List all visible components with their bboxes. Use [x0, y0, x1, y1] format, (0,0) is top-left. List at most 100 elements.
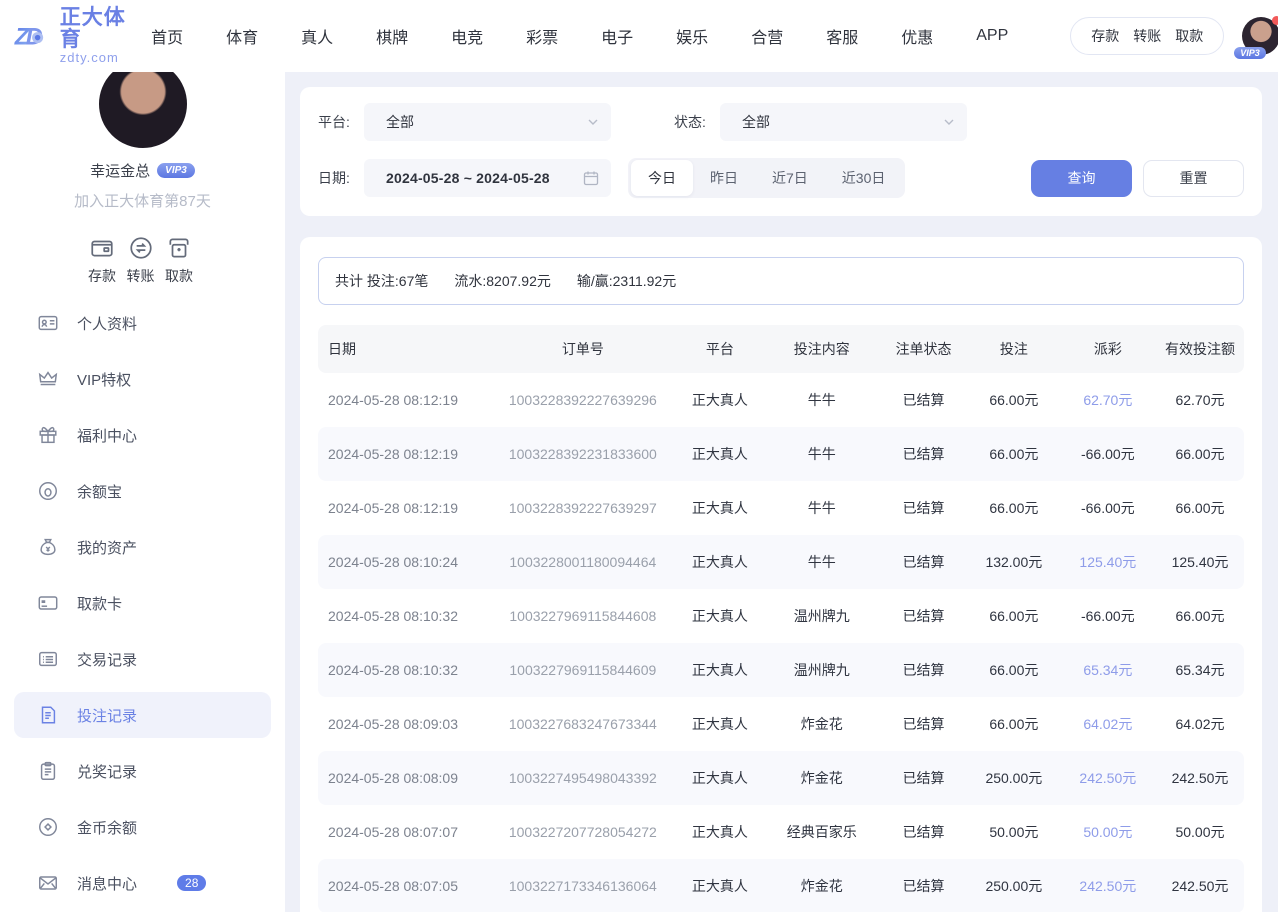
- cell-platform: 正大真人: [675, 643, 764, 697]
- cell-date: 2024-05-28 08:07:05: [318, 859, 490, 912]
- cell-bet-amount: 250.00元: [968, 751, 1060, 805]
- cell-date: 2024-05-28 08:12:19: [318, 481, 490, 535]
- cell-order-number: 1003227683247673344: [490, 697, 675, 751]
- nav-entertainment[interactable]: 娱乐: [676, 24, 708, 48]
- records-body: 2024-05-28 08:12:19 1003228392227639296 …: [318, 373, 1244, 912]
- clipboard-icon: [37, 760, 59, 782]
- table-header-row: 日期 订单号 平台 投注内容 注单状态 投注 派彩 有效投注额: [318, 325, 1244, 373]
- header-deposit-link[interactable]: 存款: [1091, 26, 1119, 46]
- date-filter-label: 日期:: [318, 168, 364, 188]
- cell-date: 2024-05-28 08:12:19: [318, 427, 490, 481]
- filter-panel: 平台: 全部 状态: 全部 日期: 2024-05-28 ~ 2024-05-2…: [300, 87, 1262, 216]
- cell-bet-amount: 66.00元: [968, 427, 1060, 481]
- cell-order-number: 1003227207728054272: [490, 805, 675, 859]
- nav-home[interactable]: 首页: [151, 24, 183, 48]
- search-button[interactable]: 查询: [1031, 160, 1132, 197]
- cell-valid-bet: 50.00元: [1156, 805, 1244, 859]
- cell-platform: 正大真人: [675, 535, 764, 589]
- table-row: 2024-05-28 08:10:32 1003227969115844608 …: [318, 589, 1244, 643]
- main-nav: 首页 体育 真人 棋牌 电竞 彩票 电子 娱乐 合营 客服 优惠 APP: [151, 24, 1008, 48]
- cell-bet-amount: 50.00元: [968, 805, 1060, 859]
- sidebar-item-transactions[interactable]: 交易记录: [14, 636, 271, 682]
- nav-sports[interactable]: 体育: [226, 24, 258, 48]
- money-bag-icon: [37, 536, 59, 558]
- brand-domain: zdty.com: [60, 51, 129, 65]
- reset-button[interactable]: 重置: [1143, 160, 1244, 197]
- chevron-down-icon: [587, 116, 599, 128]
- cell-bet-content: 炸金花: [764, 751, 879, 805]
- sidebar-item-messages[interactable]: 消息中心 28: [14, 860, 271, 906]
- nav-lottery[interactable]: 彩票: [526, 24, 558, 48]
- shortcut-today[interactable]: 今日: [631, 160, 693, 196]
- shortcut-7days[interactable]: 近7日: [755, 160, 825, 196]
- transfer-action[interactable]: 转账: [127, 235, 155, 286]
- cell-status: 已结算: [879, 373, 968, 427]
- message-count-badge: 28: [177, 875, 206, 891]
- nav-support[interactable]: 客服: [826, 24, 858, 48]
- cell-payout: 242.50元: [1060, 859, 1156, 912]
- summary-winloss: 输/赢:2311.92元: [577, 271, 676, 291]
- header-withdraw-link[interactable]: 取款: [1175, 26, 1203, 46]
- sidebar-item-profile[interactable]: 个人资料: [14, 300, 271, 346]
- sidebar-item-bet-records[interactable]: 投注记录: [14, 692, 271, 738]
- col-header-payout: 派彩: [1060, 325, 1156, 373]
- cell-valid-bet: 242.50元: [1156, 751, 1244, 805]
- cell-valid-bet: 62.70元: [1156, 373, 1244, 427]
- records-panel: 共计 投注:67笔 流水:8207.92元 输/赢:2311.92元 日期 订单…: [300, 237, 1262, 912]
- crown-icon: [37, 368, 59, 390]
- nav-affiliate[interactable]: 合营: [751, 24, 783, 48]
- platform-filter-label: 平台:: [318, 112, 364, 132]
- cell-payout: 62.70元: [1060, 373, 1156, 427]
- cell-valid-bet: 66.00元: [1156, 589, 1244, 643]
- sidebar: 幸运金总 VIP3 加入正大体育第87天 存款 转账: [0, 72, 285, 912]
- sidebar-item-welfare[interactable]: 福利中心: [14, 412, 271, 458]
- cell-date: 2024-05-28 08:10:32: [318, 589, 490, 643]
- nav-esports[interactable]: 电竞: [451, 24, 483, 48]
- header-user[interactable]: VIP3 幸运金总 总资 永久域名: zdty.co: [1242, 17, 1278, 55]
- cell-valid-bet: 242.50元: [1156, 859, 1244, 912]
- nav-app[interactable]: APP: [976, 27, 1008, 45]
- table-row: 2024-05-28 08:09:03 1003227683247673344 …: [318, 697, 1244, 751]
- sidebar-item-yuebao[interactable]: 余额宝: [14, 468, 271, 514]
- quick-actions: 存款 转账 取款: [0, 235, 285, 286]
- nav-slots[interactable]: 电子: [601, 24, 633, 48]
- cell-status: 已结算: [879, 589, 968, 643]
- nav-live[interactable]: 真人: [301, 24, 333, 48]
- cell-order-number: 1003227969115844609: [490, 643, 675, 697]
- deposit-action[interactable]: 存款: [88, 235, 116, 286]
- cell-status: 已结算: [879, 481, 968, 535]
- cell-order-number: 1003227173346136064: [490, 859, 675, 912]
- cell-payout: -66.00元: [1060, 481, 1156, 535]
- shortcut-30days[interactable]: 近30日: [825, 160, 903, 196]
- sidebar-item-assets[interactable]: 我的资产: [14, 524, 271, 570]
- cell-payout: 64.02元: [1060, 697, 1156, 751]
- sidebar-item-redeem-records[interactable]: 兑奖记录: [14, 748, 271, 794]
- cell-bet-content: 温州牌九: [764, 589, 879, 643]
- join-days-text: 加入正大体育第87天: [0, 190, 285, 211]
- platform-select[interactable]: 全部: [364, 103, 611, 141]
- id-card-icon: [37, 312, 59, 334]
- nav-promo[interactable]: 优惠: [901, 24, 933, 48]
- cell-valid-bet: 125.40元: [1156, 535, 1244, 589]
- date-range-input[interactable]: 2024-05-28 ~ 2024-05-28: [364, 159, 611, 197]
- cell-date: 2024-05-28 08:12:19: [318, 373, 490, 427]
- sidebar-item-vip[interactable]: VIP特权: [14, 356, 271, 402]
- cell-bet-amount: 132.00元: [968, 535, 1060, 589]
- header-transfer-link[interactable]: 转账: [1133, 26, 1161, 46]
- withdraw-action[interactable]: 取款: [165, 235, 193, 286]
- brand-logo[interactable]: Z D 正大体育 zdty.com: [14, 7, 129, 65]
- withdraw-icon: [166, 235, 192, 261]
- status-select[interactable]: 全部: [720, 103, 967, 141]
- col-header-bet: 投注: [968, 325, 1060, 373]
- cell-status: 已结算: [879, 643, 968, 697]
- shortcut-yesterday[interactable]: 昨日: [693, 160, 755, 196]
- nav-chess[interactable]: 棋牌: [376, 24, 408, 48]
- cell-order-number: 1003228392231833600: [490, 427, 675, 481]
- sidebar-item-bank-card[interactable]: 取款卡: [14, 580, 271, 626]
- cell-payout: -66.00元: [1060, 427, 1156, 481]
- cell-bet-content: 牛牛: [764, 373, 879, 427]
- sidebar-item-gold-balance[interactable]: 金币余额: [14, 804, 271, 850]
- cell-status: 已结算: [879, 535, 968, 589]
- col-header-status: 注单状态: [879, 325, 968, 373]
- cell-status: 已结算: [879, 859, 968, 912]
